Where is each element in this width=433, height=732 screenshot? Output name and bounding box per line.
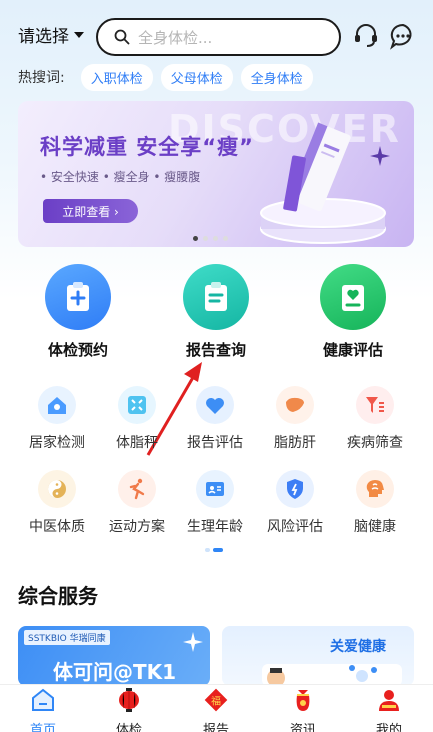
lucky-bag-icon: [296, 690, 310, 711]
tcm-constitution-button[interactable]: 中医体质: [14, 470, 100, 536]
nav-label: 我的: [375, 723, 402, 732]
nav-profile[interactable]: 我的: [359, 687, 419, 732]
fatty-liver-button[interactable]: 脂肪肝: [252, 386, 338, 452]
bottom-nav: 首页 体检 福 报告 资讯 我的: [0, 684, 433, 732]
report-icon: [183, 264, 249, 330]
card-brand-logo: SSTKBIO 华瑞同康: [24, 630, 110, 645]
banner-title: 科学减重 安全享“瘦”: [40, 135, 254, 159]
filter-icon: [356, 386, 394, 424]
message-icon[interactable]: [389, 22, 417, 50]
grid-label: 风险评估: [267, 519, 323, 535]
card-title: 体可问@TK1: [53, 660, 177, 684]
grid-label: 居家检测: [29, 435, 85, 451]
grid-pagination: [205, 548, 223, 552]
home-test-button[interactable]: 居家检测: [14, 386, 100, 452]
lantern-icon: [119, 688, 139, 712]
service-card-tk1[interactable]: SSTKBIO 华瑞同康 体可问@TK1: [18, 626, 210, 686]
hot-tag[interactable]: 全身体检: [240, 63, 313, 91]
home-icon: [32, 688, 54, 711]
nav-report[interactable]: 福 报告: [186, 687, 246, 732]
book-checkup-label: 体检预约: [47, 341, 108, 359]
id-card-icon: [196, 470, 234, 508]
hot-tag[interactable]: 入职体检: [80, 63, 153, 91]
physiological-age-button[interactable]: 生理年龄: [172, 470, 258, 536]
exercise-plan-button[interactable]: 运动方案: [94, 470, 180, 536]
hot-tag[interactable]: 父母体检: [160, 63, 233, 91]
section-title: 综合服务: [18, 584, 98, 608]
profile-icon: [379, 690, 399, 711]
svg-text:福: 福: [211, 695, 221, 708]
customer-service-icon[interactable]: [352, 22, 380, 50]
card-title: 关爱健康: [330, 639, 386, 655]
product-image: [260, 122, 390, 244]
banner-pagination: [193, 236, 228, 241]
health-assessment-label: 健康评估: [322, 341, 383, 359]
brain-health-button[interactable]: 脑健康: [332, 470, 418, 536]
hot-search-label: 热搜词:: [18, 70, 65, 86]
service-card-care[interactable]: 关爱健康: [222, 626, 414, 686]
nav-checkup[interactable]: 体检: [99, 687, 159, 732]
grid-label: 脂肪肝: [274, 435, 316, 451]
caret-down-icon: [74, 31, 84, 38]
liver-icon: [276, 386, 314, 424]
fu-icon: 福: [204, 688, 228, 712]
grid-label: 中医体质: [29, 519, 85, 535]
report-query-button[interactable]: 报告查询: [166, 264, 266, 360]
grid-label: 运动方案: [109, 519, 165, 535]
nav-label: 报告: [202, 723, 229, 732]
grid-label: 生理年龄: [187, 519, 243, 535]
house-icon: [38, 386, 76, 424]
grid-label: 脑健康: [354, 519, 396, 535]
shield-icon: [276, 470, 314, 508]
banner-features: • 安全快速 • 瘦全身 • 瘦腰腹: [40, 170, 201, 184]
search-input[interactable]: 全身体检...: [138, 27, 212, 48]
health-report-icon: [320, 264, 386, 330]
report-evaluation-button[interactable]: 报告评估: [172, 386, 258, 452]
yin-yang-icon: [38, 470, 76, 508]
disease-screening-button[interactable]: 疾病筛查: [332, 386, 418, 452]
grid-label: 报告评估: [187, 435, 243, 451]
report-query-label: 报告查询: [185, 341, 246, 359]
book-checkup-button[interactable]: 体检预约: [28, 264, 128, 360]
heart-icon: [196, 386, 234, 424]
body-fat-scale-button[interactable]: 体脂秤: [94, 386, 180, 452]
nav-label: 资讯: [289, 723, 316, 732]
hot-search: 热搜词: 入职体检 父母体检 全身体检: [18, 63, 321, 91]
card-illustration: [262, 664, 402, 686]
city-selector[interactable]: 请选择: [18, 22, 84, 47]
search-bar[interactable]: 全身体检...: [96, 18, 341, 56]
scale-icon: [118, 386, 156, 424]
sparkle-icon: [183, 632, 203, 652]
nav-label: 首页: [29, 723, 56, 732]
nav-news[interactable]: 资讯: [273, 687, 333, 732]
risk-assessment-button[interactable]: 风险评估: [252, 470, 338, 536]
nav-home[interactable]: 首页: [13, 687, 73, 732]
grid-label: 疾病筛查: [347, 435, 403, 451]
brain-icon: [356, 470, 394, 508]
clipboard-plus-icon: [45, 264, 111, 330]
promo-banner[interactable]: DISCOVER 科学减重 安全享“瘦” • 安全快速 • 瘦全身 • 瘦腰腹 …: [18, 101, 414, 247]
grid-label: 体脂秤: [116, 435, 158, 451]
runner-icon: [118, 470, 156, 508]
banner-cta-button[interactable]: 立即查看 ›: [43, 199, 138, 223]
nav-label: 体检: [115, 723, 142, 732]
health-assessment-button[interactable]: 健康评估: [303, 264, 403, 360]
city-selector-label: 请选择: [18, 27, 69, 47]
search-icon: [114, 29, 130, 45]
header: 请选择 全身体检...: [0, 0, 433, 64]
